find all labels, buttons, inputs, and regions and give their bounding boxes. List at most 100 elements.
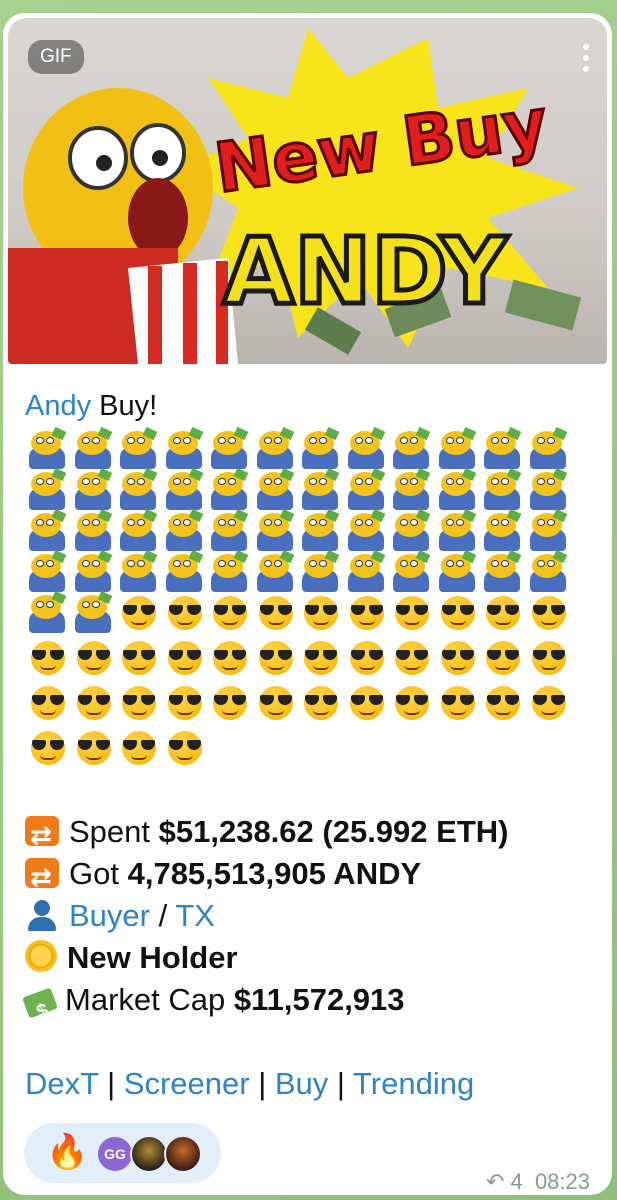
coin-icon <box>25 940 57 972</box>
pepe-money-emoji <box>25 508 71 552</box>
spent-label: Spent <box>69 814 159 849</box>
reply-count: 4 <box>510 1169 523 1194</box>
holder-row: New Holder <box>25 937 598 979</box>
fire-reaction-icon: 🔥 <box>46 1133 89 1171</box>
buyer-row: Buyer / TX <box>25 895 598 937</box>
pepe-money-emoji <box>116 508 162 552</box>
pepe-money-emoji <box>253 549 299 593</box>
sunglasses-emoji <box>116 683 162 728</box>
pepe-money-emoji <box>71 508 117 552</box>
reactor-avatar <box>164 1135 202 1173</box>
pepe-money-emoji <box>25 590 71 634</box>
sunglasses-emoji <box>253 638 299 683</box>
sunglasses-emoji <box>389 683 435 728</box>
pepe-money-emoji <box>298 549 344 593</box>
message-title: Andy Buy! <box>25 389 598 423</box>
message-text: Andy Buy! <box>25 389 598 773</box>
reply-icon[interactable]: ↶ <box>486 1169 504 1194</box>
sunglasses-emoji <box>480 638 526 683</box>
spent-row: Spent $51,238.62 (25.992 ETH) <box>25 811 598 856</box>
buyer-link[interactable]: Buyer <box>69 898 150 933</box>
tx-link[interactable]: TX <box>175 898 215 933</box>
spent-value: $51,238.62 (25.992 ETH) <box>158 814 509 849</box>
sunglasses-emoji <box>526 638 572 683</box>
sunglasses-emoji <box>298 638 344 683</box>
pepe-money-emoji <box>116 549 162 593</box>
pepe-money-emoji <box>389 426 435 470</box>
sunglasses-emoji <box>253 683 299 728</box>
sunglasses-emoji <box>162 593 208 638</box>
pepe-money-emoji <box>435 508 481 552</box>
sunglasses-emoji <box>116 638 162 683</box>
pepe-money-emoji <box>480 426 526 470</box>
pepe-money-emoji <box>480 549 526 593</box>
sunglasses-emoji <box>25 728 71 773</box>
buy-stats: Spent $51,238.62 (25.992 ETH) Got 4,785,… <box>22 811 598 1021</box>
got-value: 4,785,513,905 ANDY <box>127 856 422 891</box>
pepe-money-emoji <box>207 508 253 552</box>
pepe-money-emoji <box>71 426 117 470</box>
reactor-avatar <box>130 1135 168 1173</box>
pepe-money-emoji <box>162 467 208 511</box>
message-meta: ↶ 4 08:23 <box>486 1169 590 1195</box>
reactor-avatar: GG <box>96 1135 134 1173</box>
sunglasses-emoji <box>435 593 481 638</box>
sunglasses-emoji <box>526 683 572 728</box>
sunglasses-emoji <box>389 638 435 683</box>
message-time: 08:23 <box>534 1169 590 1194</box>
pepe-money-emoji <box>71 549 117 593</box>
sunglasses-emoji <box>344 638 390 683</box>
sunglasses-emoji <box>116 593 162 638</box>
sunglasses-emoji <box>207 683 253 728</box>
pepe-money-emoji <box>253 467 299 511</box>
pepe-money-emoji <box>389 508 435 552</box>
token-link[interactable]: Andy <box>25 390 91 422</box>
pepe-money-emoji <box>207 467 253 511</box>
pepe-money-emoji <box>435 426 481 470</box>
footer-links: DexT | Screener | Buy | Trending <box>25 1066 474 1102</box>
pepe-money-emoji <box>298 426 344 470</box>
sunglasses-emoji <box>71 638 117 683</box>
pepe-money-emoji <box>162 549 208 593</box>
sunglasses-emoji <box>207 593 253 638</box>
sunglasses-emoji <box>25 638 71 683</box>
sunglasses-emoji <box>71 728 117 773</box>
pepe-money-emoji <box>116 426 162 470</box>
gif-media[interactable]: New Buy ANDY GIF <box>8 18 607 364</box>
pepe-money-emoji <box>344 426 390 470</box>
screener-link[interactable]: Screener <box>124 1066 250 1101</box>
buy-link[interactable]: Buy <box>275 1066 328 1101</box>
pepe-money-emoji <box>344 467 390 511</box>
pepe-money-emoji <box>162 508 208 552</box>
got-row: Got 4,785,513,905 ANDY <box>25 853 598 898</box>
reaction-chip[interactable]: 🔥 GG <box>24 1123 221 1183</box>
message-bubble[interactable]: New Buy ANDY GIF Andy Buy! Spent $51,238… <box>3 13 612 1195</box>
dext-link[interactable]: DexT <box>25 1066 99 1101</box>
gif-badge: GIF <box>28 40 84 74</box>
sunglasses-emoji <box>207 638 253 683</box>
pepe-money-emoji <box>435 467 481 511</box>
sunglasses-emoji <box>253 593 299 638</box>
pepe-money-emoji <box>526 508 572 552</box>
pepe-money-emoji <box>162 426 208 470</box>
pepe-money-emoji <box>71 590 117 634</box>
market-cap-row: Market Cap $11,572,913 <box>22 979 598 1021</box>
sunglasses-emoji <box>162 638 208 683</box>
money-icon <box>22 987 58 1019</box>
pepe-money-emoji <box>435 549 481 593</box>
got-label: Got <box>69 856 128 891</box>
market-cap-label: Market Cap <box>65 982 234 1017</box>
headline-bottom-text: ANDY <box>223 218 509 325</box>
pepe-money-emoji <box>480 508 526 552</box>
pepe-money-emoji <box>25 467 71 511</box>
pepe-money-emoji <box>389 549 435 593</box>
pepe-money-emoji <box>526 549 572 593</box>
pepe-money-emoji <box>344 549 390 593</box>
more-vertical-icon[interactable] <box>583 44 589 77</box>
trending-link[interactable]: Trending <box>353 1066 474 1101</box>
pepe-money-emoji <box>25 426 71 470</box>
shuffle-icon <box>25 814 59 856</box>
pepe-money-emoji <box>526 467 572 511</box>
link-separator: | <box>98 1066 124 1101</box>
pepe-money-emoji <box>344 508 390 552</box>
